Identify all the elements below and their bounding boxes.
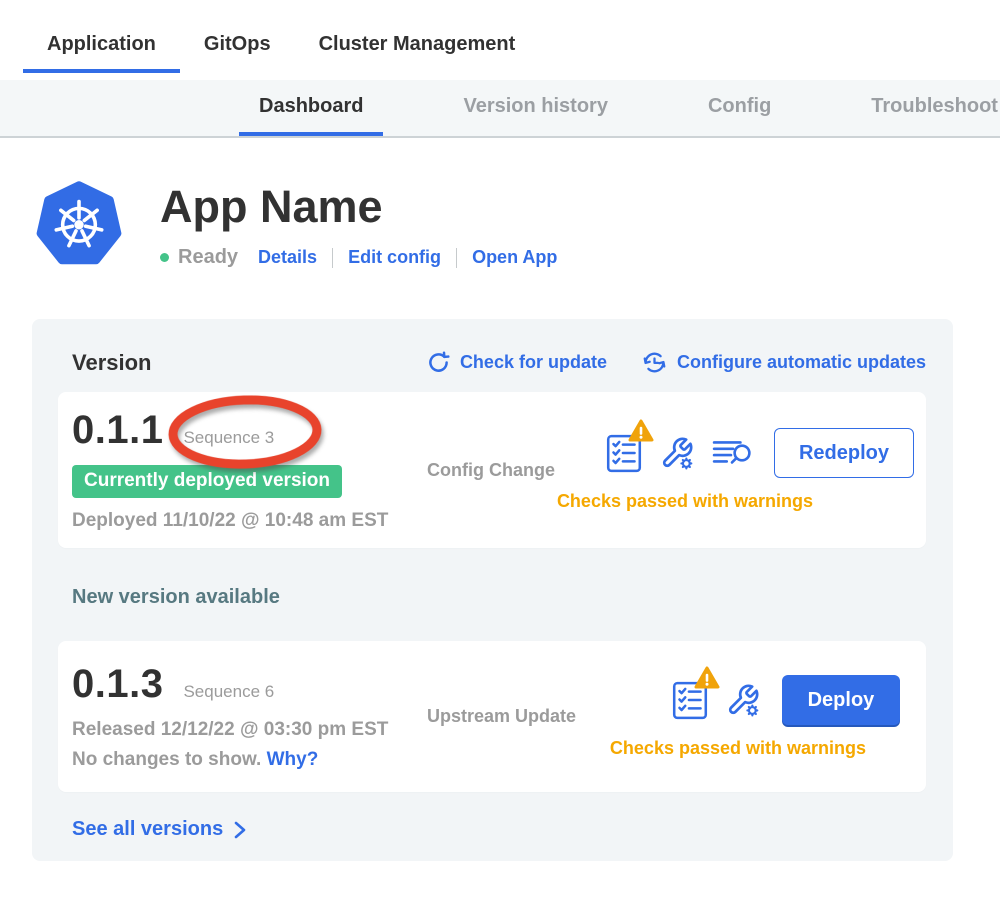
released-timestamp: Released 12/12/22 @ 03:30 pm EST [72,719,427,741]
current-version-actions: Redeploy Checks passed with warnings [606,428,914,512]
available-version-card: 0.1.3 Sequence 6 Released 12/12/22 @ 03:… [58,641,926,792]
available-version-source: Upstream Update [427,706,576,727]
available-version-info: 0.1.3 Sequence 6 Released 12/12/22 @ 03:… [72,662,427,771]
see-all-versions-link[interactable]: See all versions [72,818,248,841]
current-version-info: 0.1.1 Sequence 3 Currently deployed vers… [72,408,427,532]
app-status-row: Ready Details Edit config Open App [160,246,557,269]
changes-line: No changes to show. Why? [72,749,427,771]
current-version-source: Config Change [427,460,555,481]
currently-deployed-badge: Currently deployed version [72,465,342,498]
details-link[interactable]: Details [258,247,317,268]
why-link[interactable]: Why? [267,749,319,770]
redeploy-button[interactable]: Redeploy [774,428,914,478]
page-title: App Name [160,184,557,229]
ready-status-dot-icon [160,253,169,262]
app-sub-nav: Dashboard Version history Config Trouble… [0,80,1000,138]
preflight-checks-status: Checks passed with warnings [610,738,866,759]
tab-config[interactable]: Config [688,80,791,136]
see-all-versions-label: See all versions [72,818,223,841]
edit-config-link[interactable]: Edit config [348,247,441,268]
wrench-gear-icon[interactable] [726,683,760,717]
current-version-card: 0.1.1 Sequence 3 Currently deployed vers… [58,392,926,548]
warning-triangle-icon [694,666,720,690]
configure-automatic-updates-link[interactable]: Configure automatic updates [641,349,926,376]
diff-lines-icon[interactable] [712,437,752,469]
wrench-gear-icon[interactable] [660,436,694,470]
refresh-icon [426,350,451,375]
app-header-text: App Name Ready Details Edit config Open … [160,178,557,269]
deployed-timestamp: Deployed 11/10/22 @ 10:48 am EST [72,510,427,532]
top-nav-cluster-management[interactable]: Cluster Management [295,33,540,73]
available-sequence-label: Sequence 6 [183,682,274,702]
scheduled-update-icon [641,349,668,376]
check-for-update-label: Check for update [460,352,607,373]
preflight-checks-status: Checks passed with warnings [557,491,813,512]
divider [456,248,457,268]
preflight-checklist-icon[interactable] [606,433,642,473]
chevron-right-icon [232,820,248,840]
version-panel-actions: Check for update Configure automatic upd… [426,349,926,376]
preflight-checklist-icon[interactable] [672,680,708,720]
divider [332,248,333,268]
tab-dashboard[interactable]: Dashboard [239,80,383,136]
tab-version-history[interactable]: Version history [443,80,628,136]
app-header: App Name Ready Details Edit config Open … [36,178,1000,269]
warning-triangle-icon [628,419,654,443]
current-version-number: 0.1.1 [72,408,163,453]
version-panel-header: Version Check for update [72,349,926,376]
top-nav-application[interactable]: Application [23,33,180,73]
open-app-link[interactable]: Open App [472,247,557,268]
current-sequence-label: Sequence 3 [183,428,274,448]
deploy-button[interactable]: Deploy [782,675,901,725]
kubernetes-logo-icon [36,180,122,266]
check-for-update-link[interactable]: Check for update [426,350,607,375]
available-version-number: 0.1.3 [72,662,163,707]
version-panel-title: Version [72,350,151,376]
top-nav: Application GitOps Cluster Management [0,0,1000,80]
version-panel: Version Check for update [32,319,953,861]
configure-automatic-updates-label: Configure automatic updates [677,352,926,373]
available-version-actions: Deploy Checks passed with warnings [658,675,914,759]
tab-troubleshoot[interactable]: Troubleshoot [851,80,1000,136]
top-nav-gitops[interactable]: GitOps [180,33,295,73]
status-badge: Ready [178,246,238,269]
new-version-heading: New version available [72,586,926,609]
